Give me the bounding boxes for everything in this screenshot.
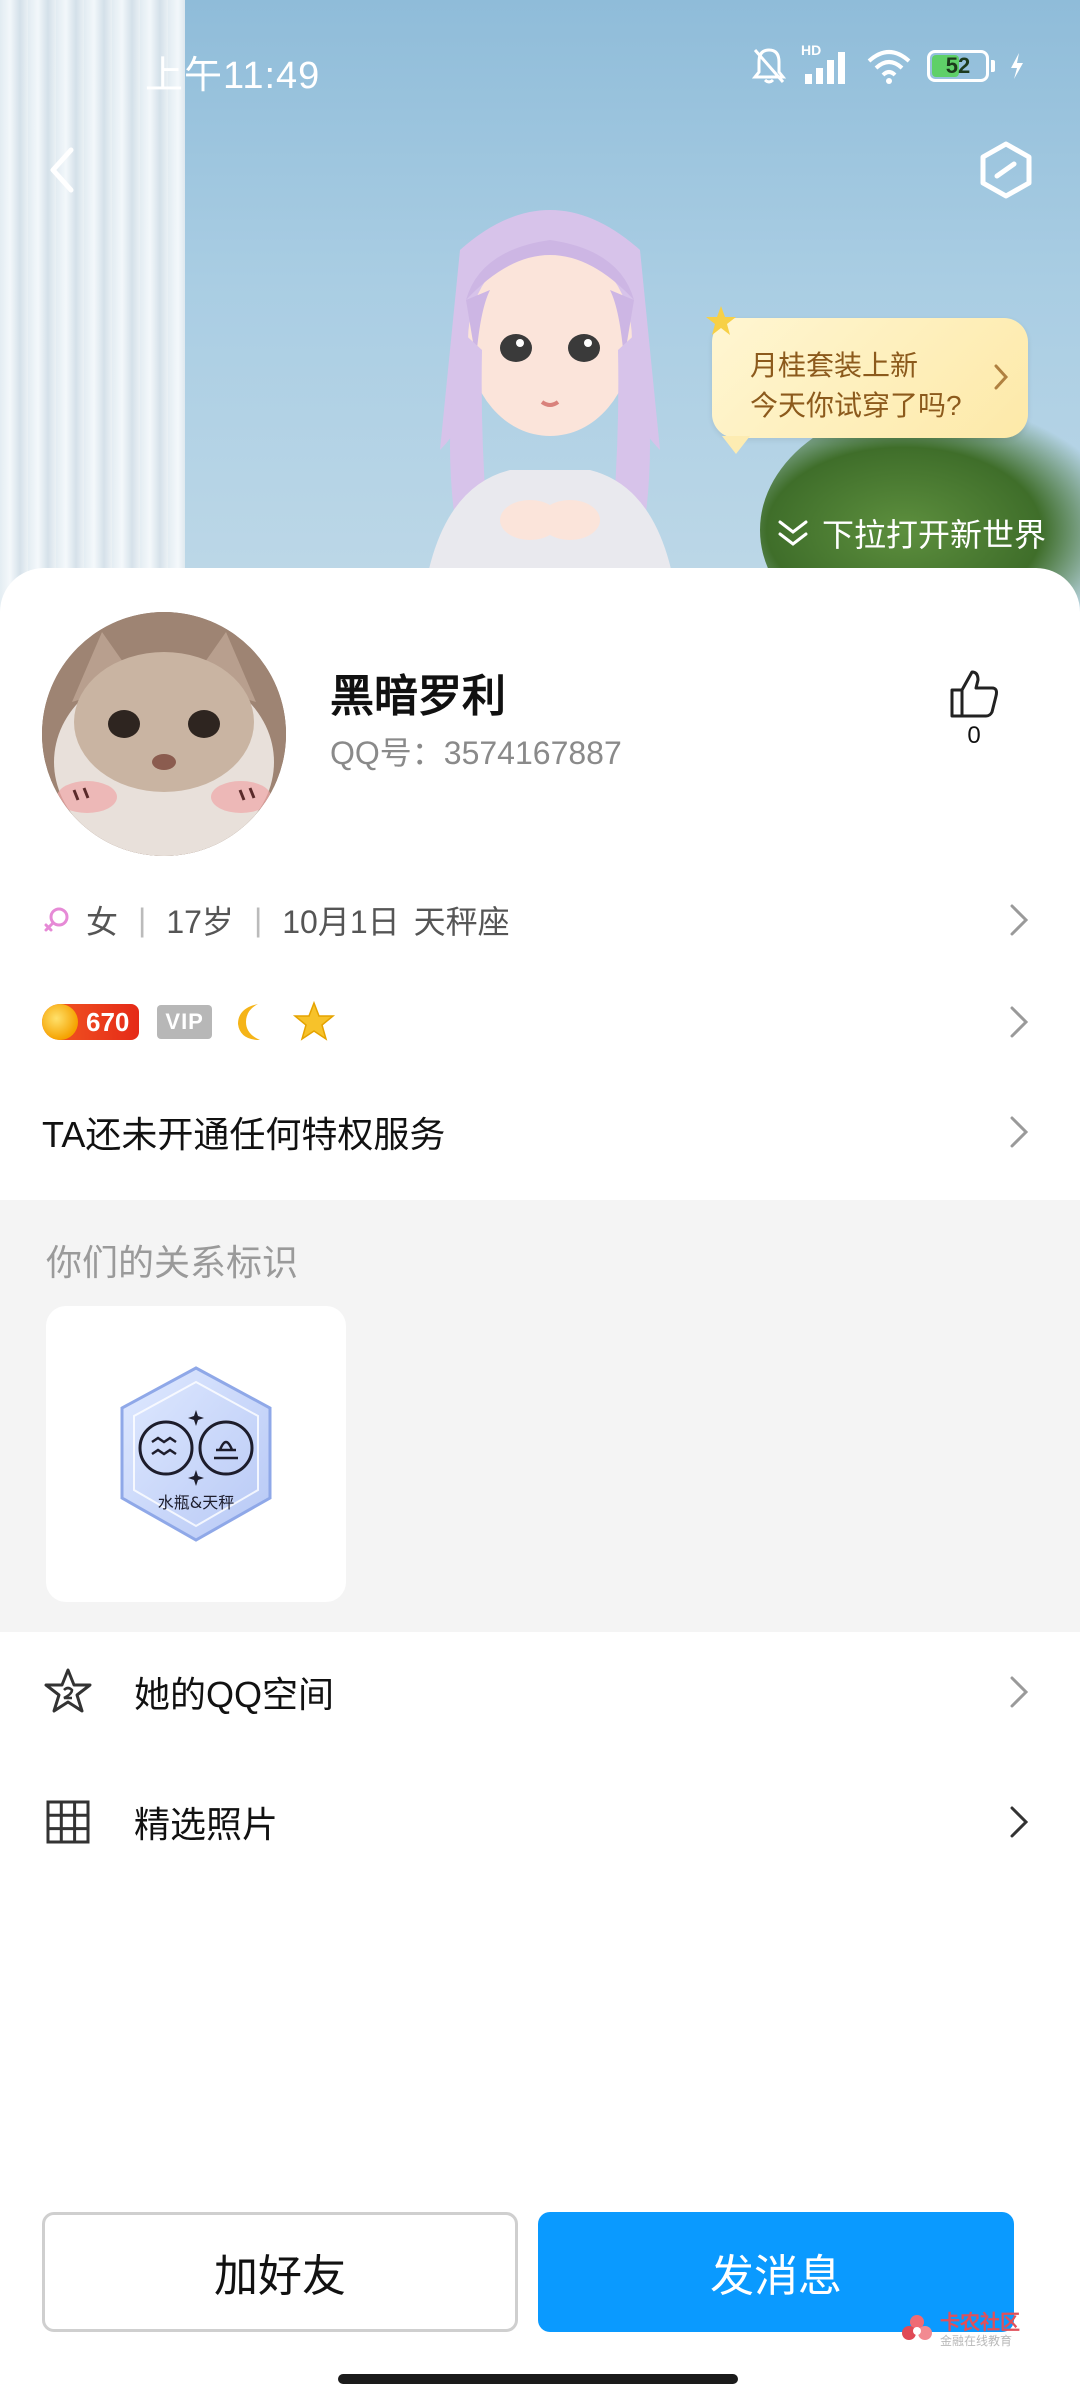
chevron-right-icon [1010, 1006, 1029, 1038]
sun-icon [42, 1004, 78, 1040]
divider: | [138, 901, 147, 938]
cat-avatar-image [42, 612, 286, 856]
profile-screen: 上午11:49 HD 52 月桂套装上新 今天你试穿了吗? 下拉打开新世界 黑暗… [0, 0, 1080, 2400]
battery-cap [991, 60, 995, 72]
battery-level: 52 [945, 53, 971, 78]
moon-icon [237, 1004, 260, 1040]
menu-label-qzone: 她的QQ空间 [134, 1674, 335, 1715]
promo-line-1: 月桂套装上新 [750, 350, 919, 381]
menu-label-photos: 精选照片 [134, 1804, 279, 1845]
thumbs-up-icon [950, 670, 998, 718]
watermark-subtitle: 金融在线教育 [940, 2334, 1013, 2348]
gender-text: 女 [86, 904, 119, 940]
qzone-star-icon [44, 1668, 92, 1713]
hero-banner[interactable]: 上午11:49 HD 52 月桂套装上新 今天你试穿了吗? 下拉打开新世界 [0, 0, 1080, 620]
relation-section: 你们的关系标识 水瓶&天秤 [0, 1200, 1080, 1632]
network-hd-label: HD [801, 42, 822, 58]
level-value: 670 [86, 1006, 130, 1037]
status-icons: HD 52 [751, 42, 1025, 88]
watermark-title: 卡农社区 [940, 2312, 1020, 2334]
chevron-right-icon [1010, 1676, 1029, 1708]
basic-info-row[interactable]: 女 | 17岁 | 10月1日 天秤座 [0, 880, 1080, 960]
home-indicator[interactable] [338, 2374, 738, 2384]
cube-action-button[interactable] [976, 140, 1036, 200]
promo-bubble[interactable]: 月桂套装上新 今天你试穿了吗? [706, 306, 1028, 454]
star-sparkle-icon [706, 306, 736, 335]
female-icon [44, 907, 69, 932]
pull-down-hint[interactable]: 下拉打开新世界 [776, 510, 1046, 556]
divider: | [253, 901, 263, 938]
basic-info: 女 | 17岁 | 10月1日 天秤座 [42, 897, 510, 943]
hexagon-icon [980, 141, 1032, 199]
vip-badge: VIP [157, 1005, 212, 1039]
avatar-figure-image[interactable] [420, 190, 680, 620]
chevron-right-icon [1010, 904, 1029, 936]
double-chevron-down-icon [778, 520, 808, 546]
signal-group: HD [801, 42, 851, 86]
relation-title: 你们的关系标识 [46, 1242, 299, 1283]
like-button[interactable]: 0 [944, 668, 1004, 750]
relation-badge-label: 水瓶&天秤 [158, 1493, 234, 1512]
action-bar: 加好友 发消息 [0, 2188, 1080, 2332]
promo-line-2: 今天你试穿了吗? [750, 390, 962, 421]
pull-hint-text: 下拉打开新世界 [821, 517, 1046, 553]
chevron-right-icon [1010, 1806, 1029, 1838]
chevron-left-icon [50, 147, 74, 193]
battery-indicator: 52 [927, 50, 989, 82]
like-count: 0 [967, 722, 981, 749]
chevron-right-icon [1010, 1116, 1029, 1148]
nickname: 黑暗罗利 [330, 672, 506, 721]
status-time: 上午11:49 [145, 55, 321, 97]
bell-muted-icon [751, 48, 787, 84]
zodiac-relation-badge: 水瓶&天秤 [120, 1366, 272, 1542]
charging-bolt-icon [1011, 53, 1023, 79]
watermark-logo: 卡农社区 金融在线教育 [900, 2312, 1020, 2348]
privilege-row[interactable]: TA还未开通任何特权服务 [0, 1092, 1080, 1172]
age-text: 17岁 [166, 904, 234, 940]
watermark-flower-icon [902, 2315, 932, 2340]
star-icon [292, 1000, 335, 1041]
chevron-right-icon [994, 364, 1009, 390]
badges: 670 VIP [42, 1000, 336, 1044]
constellation-text: 天秤座 [413, 904, 510, 940]
grid-icon [46, 1800, 90, 1844]
relation-badge-card[interactable]: 水瓶&天秤 [46, 1306, 346, 1602]
add-friend-button[interactable]: 加好友 [42, 2212, 518, 2332]
wifi-icon [867, 50, 911, 84]
back-button[interactable] [36, 140, 88, 200]
birthday-text: 10月1日 [282, 904, 400, 940]
watermark-text: 卡农社区 金融在线教育 [940, 2312, 1020, 2348]
menu-item-photos[interactable]: 精选照片 [0, 1762, 1080, 1882]
qq-number[interactable]: QQ号：3574167887 [330, 728, 622, 774]
privilege-text: TA还未开通任何特权服务 [42, 1114, 446, 1155]
profile-card: 黑暗罗利 QQ号：3574167887 0 女 | 17岁 | 10月1日 天秤… [0, 568, 1080, 2400]
qq-level-badge: 670 [42, 1004, 140, 1040]
avatar[interactable] [42, 612, 286, 856]
status-bar: 上午11:49 HD 52 [0, 0, 1080, 140]
level-badge-row[interactable]: 670 VIP [0, 982, 1080, 1062]
menu-item-qzone[interactable]: 她的QQ空间 [0, 1632, 1080, 1752]
